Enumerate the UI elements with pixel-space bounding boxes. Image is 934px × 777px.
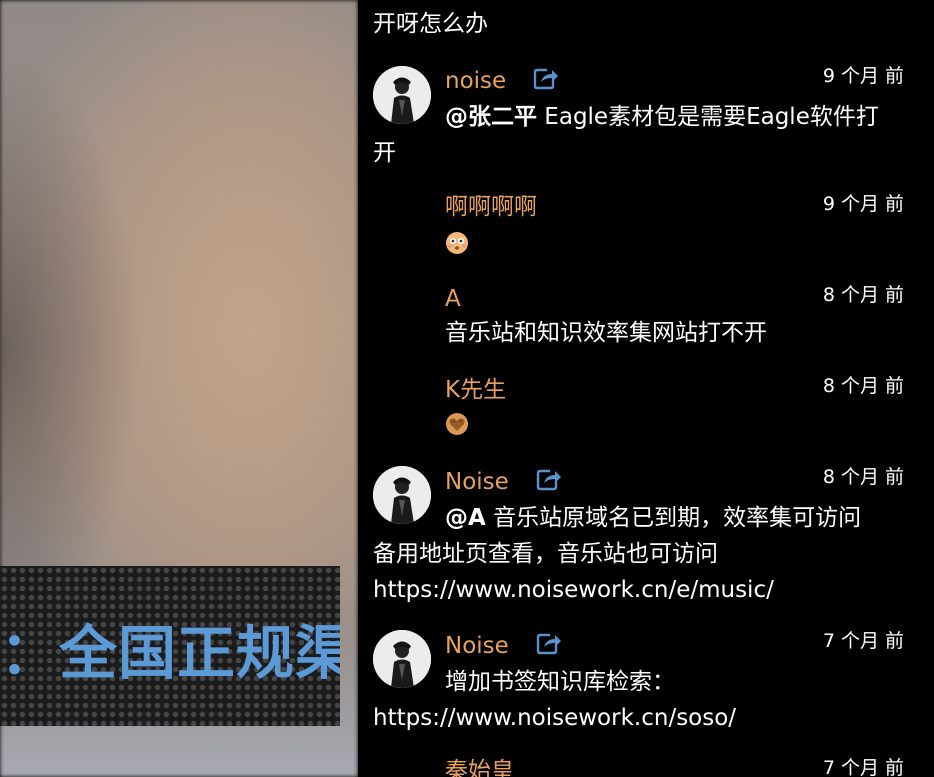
- comment-username[interactable]: noise: [445, 66, 506, 96]
- avatar[interactable]: [373, 66, 431, 124]
- comment-text: 开呀怎么办: [373, 11, 488, 37]
- dotted-banner: ：全国正规渠: [0, 566, 340, 726]
- comment-username[interactable]: Noise: [445, 467, 509, 497]
- comment-text: @A 音乐站原域名已到期，效率集可访问: [445, 505, 862, 531]
- comment-text-continued: 开: [373, 140, 396, 166]
- comment-text: @张二平 Eagle素材包是需要Eagle软件打: [445, 104, 879, 130]
- heart-face-icon: [445, 412, 469, 436]
- comment-time: 9 个月 前: [822, 193, 904, 215]
- comment-text-continued: 备用地址页查看，音乐站也可访问: [373, 541, 718, 567]
- share-icon[interactable]: [536, 467, 562, 491]
- comment-time: 7 个月 前: [822, 630, 904, 652]
- comment-time: 8 个月 前: [822, 284, 904, 306]
- comment-username[interactable]: 秦始皇: [445, 756, 514, 777]
- comment-link[interactable]: https://www.noisework.cn/soso/: [373, 700, 736, 736]
- mention[interactable]: @A: [445, 505, 486, 531]
- comment-time: 9 个月 前: [822, 65, 904, 87]
- banner-text: ：全国正规渠: [0, 619, 340, 687]
- mention[interactable]: @张二平: [445, 104, 537, 130]
- avatar[interactable]: [373, 466, 431, 524]
- comment-text: 音乐站和知识效率集网站打不开: [445, 320, 767, 346]
- comment-time: 8 个月 前: [822, 466, 904, 488]
- comment-username[interactable]: Noise: [445, 631, 509, 661]
- comment-time: 7 个月 前: [822, 757, 904, 777]
- flushed-face-icon: [445, 231, 469, 255]
- comment-username[interactable]: 啊啊啊啊: [445, 192, 537, 222]
- comment-link[interactable]: https://www.noisework.cn/e/music/: [373, 572, 774, 608]
- comment-username[interactable]: K先生: [445, 375, 506, 405]
- comments-panel: 开呀怎么办 noise 9 个月 前 @张二平 Eagle素材包是需要Eagle…: [358, 0, 934, 777]
- share-icon[interactable]: [533, 66, 559, 90]
- avatar[interactable]: [373, 630, 431, 688]
- share-icon[interactable]: [536, 631, 562, 655]
- comment-time: 8 个月 前: [822, 375, 904, 397]
- comment-username[interactable]: A: [445, 284, 461, 314]
- comment-text: 增加书签知识库检索：: [445, 669, 675, 695]
